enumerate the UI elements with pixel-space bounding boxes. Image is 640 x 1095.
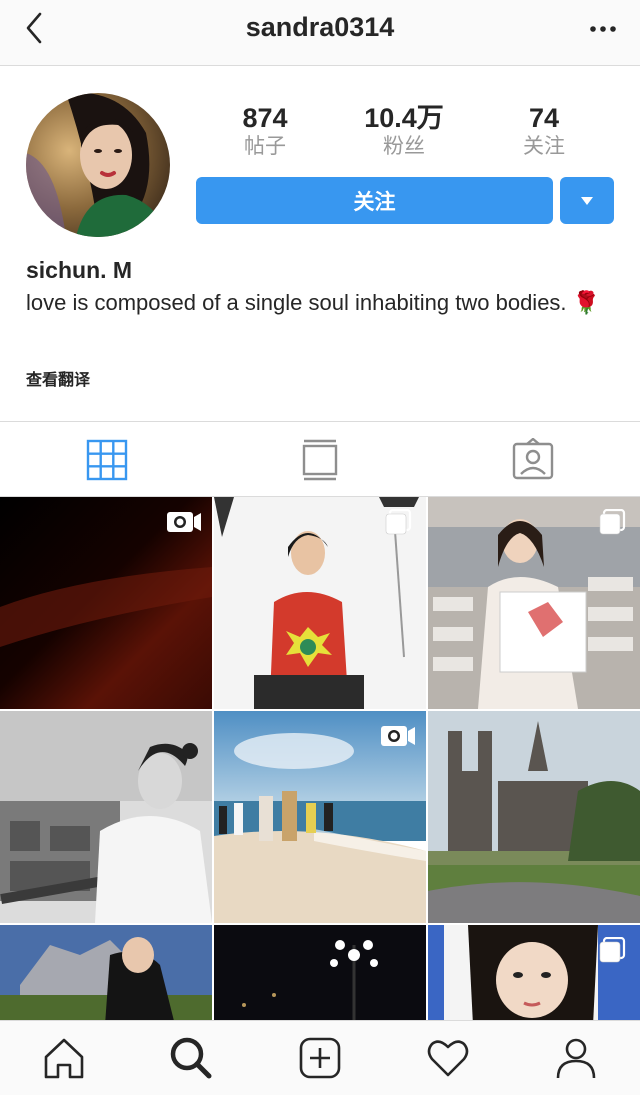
bottom-navigation	[0, 1020, 640, 1095]
rose-emoji: 🌹	[572, 290, 601, 315]
multi-photo-icon	[599, 937, 626, 963]
heart-icon[interactable]	[425, 1035, 471, 1081]
followers-count-label: 粉丝	[383, 135, 425, 158]
bio-text: love is composed of a single soul inhabi…	[26, 287, 606, 318]
feed-icon[interactable]	[298, 438, 342, 482]
grid-icon[interactable]	[85, 438, 129, 482]
top-bar: sandra0314	[0, 0, 640, 66]
video-icon	[167, 512, 201, 532]
see-translation-link[interactable]: 查看翻译	[26, 366, 90, 390]
grid-post-6[interactable]	[428, 711, 640, 923]
posts-count-value: 874	[242, 103, 288, 133]
followers-count-value: 10.4万	[364, 103, 444, 133]
multi-photo-icon	[599, 509, 626, 535]
add-post-icon[interactable]	[297, 1035, 343, 1081]
suggestions-dropdown-button[interactable]	[560, 177, 614, 224]
tagged-person-icon[interactable]	[511, 438, 555, 482]
grid-post-2[interactable]	[214, 497, 426, 709]
followers-count-stat[interactable]: 10.4万 粉丝	[339, 102, 469, 160]
bio-body: love is composed of a single soul inhabi…	[26, 290, 567, 315]
grid-post-4[interactable]	[0, 711, 212, 923]
video-icon	[381, 726, 415, 746]
following-count-label: 关注	[523, 135, 565, 158]
profile-icon[interactable]	[553, 1035, 599, 1081]
profile-avatar[interactable]	[26, 93, 170, 237]
more-options-icon[interactable]	[586, 14, 620, 44]
search-icon[interactable]	[168, 1035, 214, 1081]
multi-photo-icon	[385, 509, 412, 535]
posts-count-label: 帖子	[244, 135, 286, 158]
grid-post-5[interactable]	[214, 711, 426, 923]
grid-post-1[interactable]	[0, 497, 212, 709]
following-count-value: 74	[528, 103, 560, 133]
grid-post-7[interactable]	[0, 925, 212, 1020]
grid-post-8[interactable]	[214, 925, 426, 1020]
profile-tabs	[0, 421, 640, 497]
profile-username-title: sandra0314	[245, 12, 395, 42]
follow-button[interactable]: 关注	[196, 177, 553, 224]
caret-down-icon	[581, 196, 593, 205]
following-count-stat[interactable]: 74 关注	[479, 102, 609, 160]
home-icon[interactable]	[41, 1035, 87, 1081]
display-name: sichun. M	[26, 257, 133, 283]
grid-post-3[interactable]	[428, 497, 640, 709]
grid-post-9[interactable]	[428, 925, 640, 1020]
posts-grid	[0, 497, 640, 1020]
posts-count-stat[interactable]: 874 帖子	[200, 102, 330, 160]
